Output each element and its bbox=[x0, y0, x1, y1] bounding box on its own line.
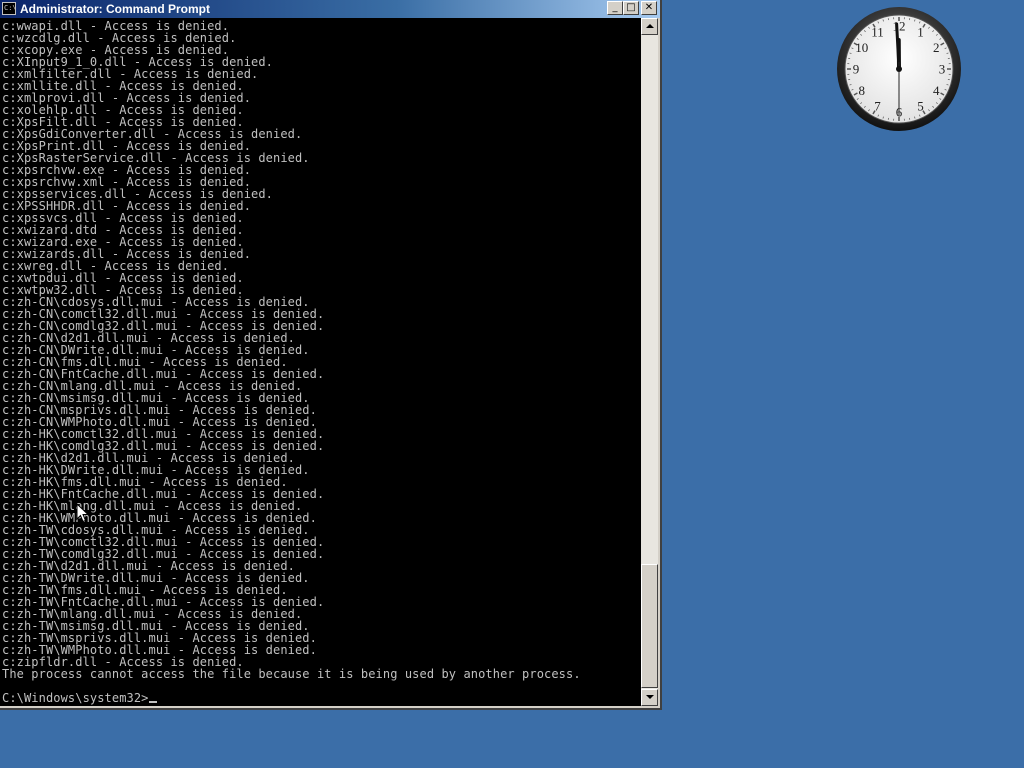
clock-number: 8 bbox=[859, 83, 866, 98]
clock-number: 3 bbox=[939, 62, 946, 77]
clock-number: 2 bbox=[933, 40, 940, 55]
clock-number: 12 bbox=[893, 19, 906, 34]
clock-number: 4 bbox=[933, 83, 940, 98]
command-prompt-window[interactable]: C:\ Administrator: Command Prompt _ □ ✕ … bbox=[0, 0, 662, 710]
mouse-pointer-icon bbox=[76, 503, 90, 523]
arrow-up-icon bbox=[646, 24, 654, 28]
title-bar[interactable]: C:\ Administrator: Command Prompt _ □ ✕ bbox=[0, 0, 660, 18]
scroll-thumb[interactable] bbox=[641, 564, 658, 688]
arrow-down-icon bbox=[646, 695, 654, 699]
clock-face: 121234567891011 bbox=[837, 7, 961, 131]
console-icon[interactable]: C:\ bbox=[2, 2, 17, 15]
clock-number: 11 bbox=[871, 24, 884, 39]
console-line: The process cannot access the file becau… bbox=[2, 667, 581, 681]
scroll-up-button[interactable] bbox=[641, 18, 658, 35]
command-prompt-line[interactable]: C:\Windows\system32> bbox=[2, 692, 640, 704]
text-cursor bbox=[148, 701, 157, 703]
clock-number: 10 bbox=[855, 40, 868, 55]
prompt-text: C:\Windows\system32> bbox=[2, 691, 149, 705]
clock-number: 9 bbox=[853, 62, 860, 77]
clock-gadget[interactable]: 121234567891011 bbox=[834, 4, 964, 134]
minimize-button[interactable]: _ bbox=[607, 1, 623, 15]
clock-number: 7 bbox=[874, 99, 881, 114]
console-text: c:wwapi.dll - Access is denied. c:wzcdlg.… bbox=[2, 20, 640, 704]
clock-number: 1 bbox=[917, 24, 924, 39]
console-output[interactable]: c:wwapi.dll - Access is denied. c:wzcdlg.… bbox=[0, 18, 641, 706]
scroll-down-button[interactable] bbox=[641, 689, 658, 706]
maximize-button[interactable]: □ bbox=[623, 1, 639, 15]
window-title: Administrator: Command Prompt bbox=[20, 2, 211, 16]
close-button[interactable]: ✕ bbox=[641, 1, 657, 15]
clock-number: 5 bbox=[917, 99, 924, 114]
vertical-scrollbar[interactable] bbox=[641, 18, 658, 706]
